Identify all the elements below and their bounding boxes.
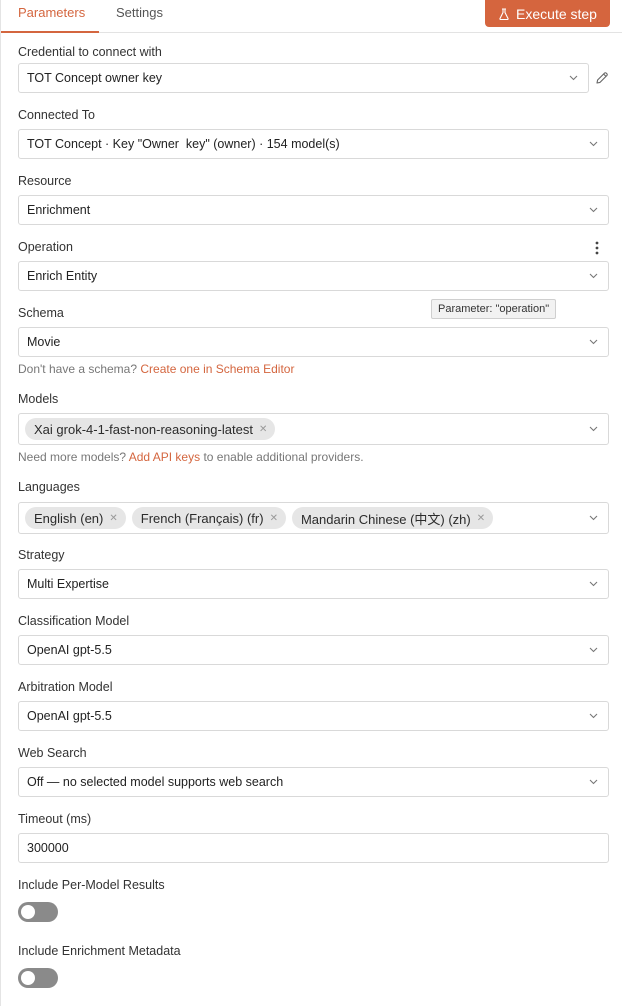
models-hint: Need more models? Add API keys to enable…	[18, 450, 364, 464]
close-icon[interactable]: ✕	[109, 513, 117, 524]
active-tab-indicator	[1, 31, 99, 33]
pencil-icon[interactable]	[595, 71, 609, 85]
toggle-knob	[21, 971, 35, 985]
model-chip: Xai grok-4-1-fast-non-reasoning-latest ✕	[25, 418, 276, 440]
chevron-down-icon	[589, 713, 598, 719]
timeout-input[interactable]: 300000	[18, 833, 609, 863]
classification-model-select[interactable]: OpenAI gpt-5.5	[18, 635, 609, 665]
strategy-value: Multi Expertise	[27, 577, 109, 591]
chevron-down-icon	[589, 339, 598, 345]
models-hint-prefix: Need more models?	[18, 450, 127, 464]
enrichment-metadata-label: Include Enrichment Metadata	[18, 944, 181, 958]
language-chip-fr: French (Français) (fr) ✕	[131, 507, 286, 529]
kebab-icon[interactable]	[591, 240, 603, 256]
language-chip-en: English (en) ✕	[25, 507, 126, 529]
schema-select[interactable]: Movie	[18, 327, 609, 357]
credential-value: TOT Concept owner key	[27, 71, 163, 85]
credential-label: Credential to connect with	[18, 45, 162, 59]
toggle-knob	[21, 905, 35, 919]
strategy-select[interactable]: Multi Expertise	[18, 569, 609, 599]
add-api-keys-link[interactable]: Add API keys	[129, 450, 200, 464]
resource-select[interactable]: Enrichment	[18, 195, 609, 225]
schema-hint-text: Don't have a schema?	[18, 362, 138, 376]
tab-parameters[interactable]: Parameters	[18, 5, 85, 20]
timeout-label: Timeout (ms)	[18, 812, 92, 826]
tab-settings[interactable]: Settings	[116, 5, 163, 20]
web-search-select[interactable]: Off — no selected model supports web sea…	[18, 767, 609, 797]
models-hint-suffix: to enable additional providers.	[203, 450, 364, 464]
node-parameters-panel: Parameters Settings Execute step Credent…	[0, 0, 622, 1006]
classification-model-label: Classification Model	[18, 614, 130, 628]
per-model-results-toggle[interactable]	[18, 902, 58, 922]
per-model-results-label: Include Per-Model Results	[18, 878, 165, 892]
schema-label: Schema	[18, 306, 64, 320]
languages-label: Languages	[18, 480, 80, 494]
execute-step-label: Execute step	[516, 5, 597, 22]
close-icon[interactable]: ✕	[259, 424, 267, 435]
create-schema-link[interactable]: Create one in Schema Editor	[140, 362, 294, 376]
credential-select[interactable]: TOT Concept owner key	[18, 63, 589, 93]
execute-step-button[interactable]: Execute step	[485, 0, 610, 27]
operation-value: Enrich Entity	[27, 269, 98, 283]
arbitration-model-value: OpenAI gpt-5.5	[27, 709, 112, 723]
strategy-label: Strategy	[18, 548, 65, 562]
chevron-down-icon	[589, 207, 598, 213]
close-icon[interactable]: ✕	[270, 513, 278, 524]
language-chip-label: Mandarin Chinese (中文) (zh)	[300, 511, 471, 527]
connected-to-label: Connected To	[18, 108, 95, 122]
chevron-down-icon	[589, 581, 598, 587]
models-multiselect[interactable]: Xai grok-4-1-fast-non-reasoning-latest ✕	[18, 413, 609, 445]
language-chip-zh: Mandarin Chinese (中文) (zh) ✕	[291, 507, 494, 529]
language-chip-label: English (en)	[34, 510, 104, 526]
arbitration-model-label: Arbitration Model	[18, 680, 113, 694]
operation-select[interactable]: Enrich Entity	[18, 261, 609, 291]
languages-multiselect[interactable]: English (en) ✕ French (Français) (fr) ✕ …	[18, 502, 609, 534]
enrichment-metadata-toggle[interactable]	[18, 968, 58, 988]
chevron-down-icon	[589, 647, 598, 653]
operation-label: Operation	[18, 240, 73, 254]
chevron-down-icon	[569, 75, 578, 81]
close-icon[interactable]: ✕	[477, 513, 485, 524]
connected-to-select[interactable]: TOT Concept · Key "Owner key" (owner) · …	[18, 129, 609, 159]
web-search-value: Off — no selected model supports web sea…	[27, 775, 284, 789]
schema-hint: Don't have a schema? Create one in Schem…	[18, 362, 294, 376]
resource-label: Resource	[18, 174, 72, 188]
tab-bar: Parameters Settings Execute step	[1, 0, 622, 33]
chevron-down-icon	[589, 515, 598, 521]
arbitration-model-select[interactable]: OpenAI gpt-5.5	[18, 701, 609, 731]
chevron-down-icon	[589, 141, 598, 147]
chevron-down-icon	[589, 273, 598, 279]
parameter-tooltip: Parameter: "operation"	[431, 299, 557, 319]
resource-value: Enrichment	[27, 203, 91, 217]
model-chip-label: Xai grok-4-1-fast-non-reasoning-latest	[34, 421, 253, 437]
chevron-down-icon	[589, 426, 598, 432]
connected-to-value: TOT Concept · Key "Owner key" (owner) · …	[27, 137, 340, 151]
schema-value: Movie	[27, 335, 61, 349]
models-label: Models	[18, 392, 59, 406]
web-search-label: Web Search	[18, 746, 87, 760]
flask-icon	[499, 7, 509, 20]
classification-model-value: OpenAI gpt-5.5	[27, 643, 112, 657]
chevron-down-icon	[589, 779, 598, 785]
language-chip-label: French (Français) (fr)	[140, 510, 264, 526]
